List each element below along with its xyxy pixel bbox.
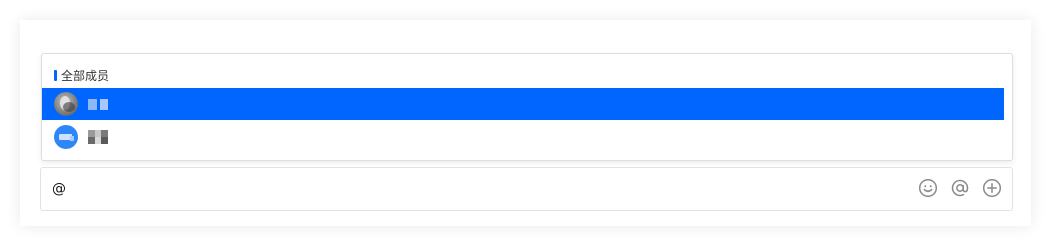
mention-suggestion-popup: 全部成员 xyxy=(41,53,1013,161)
emoji-icon[interactable] xyxy=(918,178,938,198)
message-input-box[interactable]: @ xyxy=(40,167,1013,211)
member-name-redacted xyxy=(88,130,108,144)
group-accent-bar xyxy=(54,69,57,81)
at-mention-icon[interactable] xyxy=(950,178,970,198)
add-icon[interactable] xyxy=(982,178,1002,198)
mention-item[interactable] xyxy=(42,121,1004,153)
member-name-redacted xyxy=(88,98,108,110)
composer-toolbar xyxy=(918,178,1002,198)
avatar xyxy=(54,92,78,116)
mention-item-selected[interactable] xyxy=(42,88,1004,120)
message-input[interactable]: @ xyxy=(52,181,66,197)
avatar xyxy=(54,125,78,149)
group-label: 全部成员 xyxy=(61,68,110,83)
group-header: 全部成员 xyxy=(54,68,110,83)
user-photo-icon xyxy=(60,96,75,112)
bot-icon xyxy=(59,134,74,141)
